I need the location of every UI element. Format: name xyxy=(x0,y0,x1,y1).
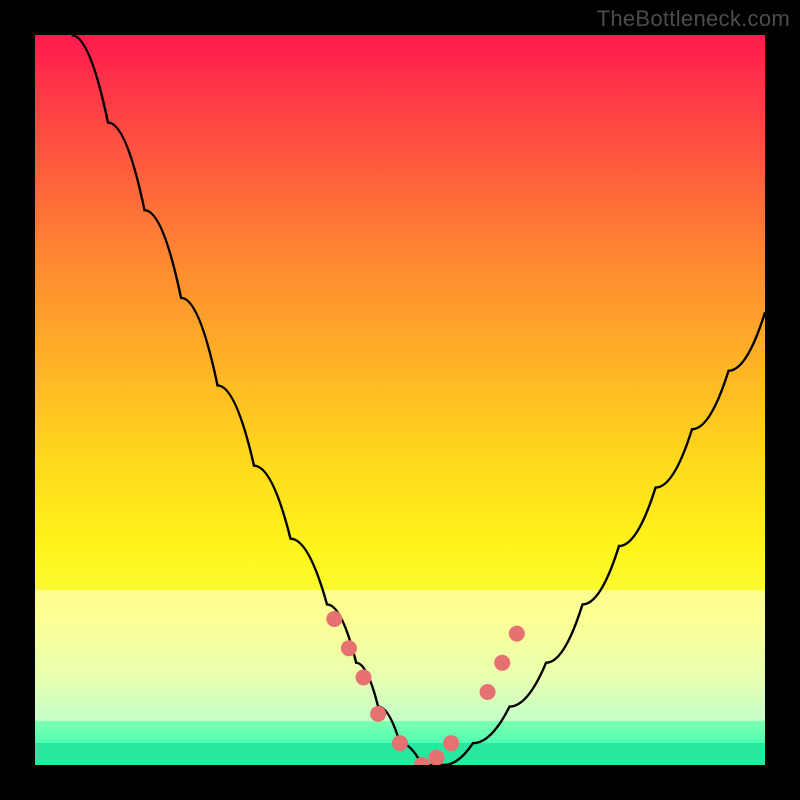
bottleneck-curve xyxy=(72,35,766,765)
highlight-dots xyxy=(326,611,525,765)
watermark-text: TheBottleneck.com xyxy=(597,6,790,32)
highlight-dot xyxy=(480,684,496,700)
highlight-dot xyxy=(494,655,510,671)
highlight-dot xyxy=(429,750,445,765)
curve-svg xyxy=(35,35,765,765)
highlight-dot xyxy=(341,640,357,656)
highlight-dot xyxy=(414,757,430,765)
plot-area xyxy=(35,35,765,765)
highlight-dot xyxy=(356,669,372,685)
highlight-dot xyxy=(370,706,386,722)
chart-frame: TheBottleneck.com xyxy=(0,0,800,800)
highlight-dot xyxy=(509,626,525,642)
highlight-dot xyxy=(392,735,408,751)
highlight-dot xyxy=(326,611,342,627)
highlight-dot xyxy=(443,735,459,751)
